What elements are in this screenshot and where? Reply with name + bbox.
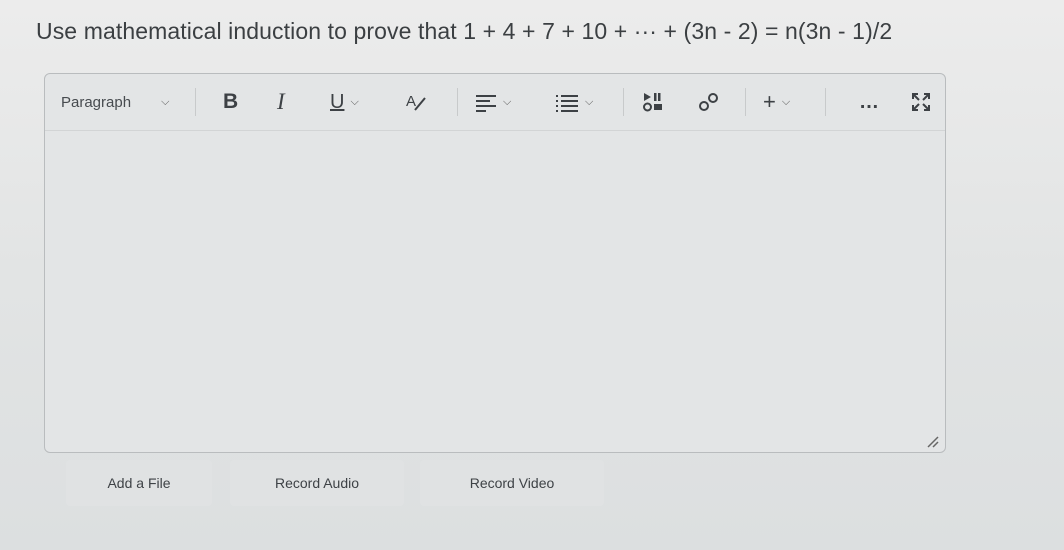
bold-button[interactable]: B — [223, 74, 238, 130]
underline-dropdown[interactable]: U ⌵ — [330, 74, 359, 130]
text-color-icon: A — [406, 93, 426, 111]
list-dropdown[interactable]: ⌵ — [555, 74, 593, 130]
italic-button[interactable]: I — [277, 74, 285, 130]
bold-icon: B — [223, 90, 239, 113]
resize-handle-icon[interactable] — [925, 434, 939, 448]
plus-icon: + — [763, 89, 776, 114]
insert-dropdown[interactable]: + ⌵ — [763, 74, 790, 130]
rich-text-editor: Paragraph ⌵ B I U ⌵ A ⌵ ⌵ + ⌵ … — [44, 73, 946, 453]
record-audio-button[interactable]: Record Audio — [230, 460, 404, 506]
align-left-icon — [476, 95, 496, 112]
record-video-button[interactable]: Record Video — [420, 460, 604, 506]
media-icon — [643, 93, 662, 112]
editor-toolbar: Paragraph ⌵ B I U ⌵ A ⌵ ⌵ + ⌵ … — [45, 74, 945, 131]
bullet-list-icon — [556, 95, 578, 112]
align-dropdown[interactable]: ⌵ — [475, 74, 511, 130]
chevron-down-icon: ⌵ — [503, 95, 512, 108]
question-text: Use mathematical induction to prove that… — [36, 18, 893, 44]
toolbar-divider — [745, 88, 746, 116]
more-options-button[interactable]: … — [859, 74, 879, 130]
paragraph-style-label: Paragraph — [61, 93, 132, 111]
record-audio-label: Record Audio — [274, 475, 360, 491]
text-color-button[interactable]: A — [405, 74, 427, 130]
toolbar-divider — [623, 88, 624, 116]
fullscreen-button[interactable] — [911, 74, 931, 130]
insert-link-button[interactable] — [697, 74, 721, 130]
record-video-label: Record Video — [469, 475, 555, 491]
add-file-button[interactable]: Add a File — [66, 460, 212, 506]
italic-icon: I — [277, 89, 285, 114]
editor-content-area[interactable] — [59, 134, 931, 438]
link-icon — [699, 93, 718, 111]
svg-text:A: A — [406, 93, 416, 110]
more-icon: … — [859, 90, 879, 113]
expand-icon — [912, 93, 930, 111]
add-file-label: Add a File — [107, 475, 171, 491]
chevron-down-icon: ⌵ — [161, 95, 170, 108]
underline-icon: U — [330, 90, 345, 113]
chevron-down-icon: ⌵ — [350, 95, 359, 108]
toolbar-divider — [195, 88, 196, 116]
chevron-down-icon: ⌵ — [781, 95, 791, 108]
insert-media-button[interactable] — [642, 74, 664, 130]
chevron-down-icon: ⌵ — [585, 95, 594, 108]
toolbar-divider — [457, 88, 458, 116]
toolbar-divider — [825, 88, 826, 116]
paragraph-style-dropdown[interactable]: Paragraph ⌵ — [61, 74, 169, 130]
